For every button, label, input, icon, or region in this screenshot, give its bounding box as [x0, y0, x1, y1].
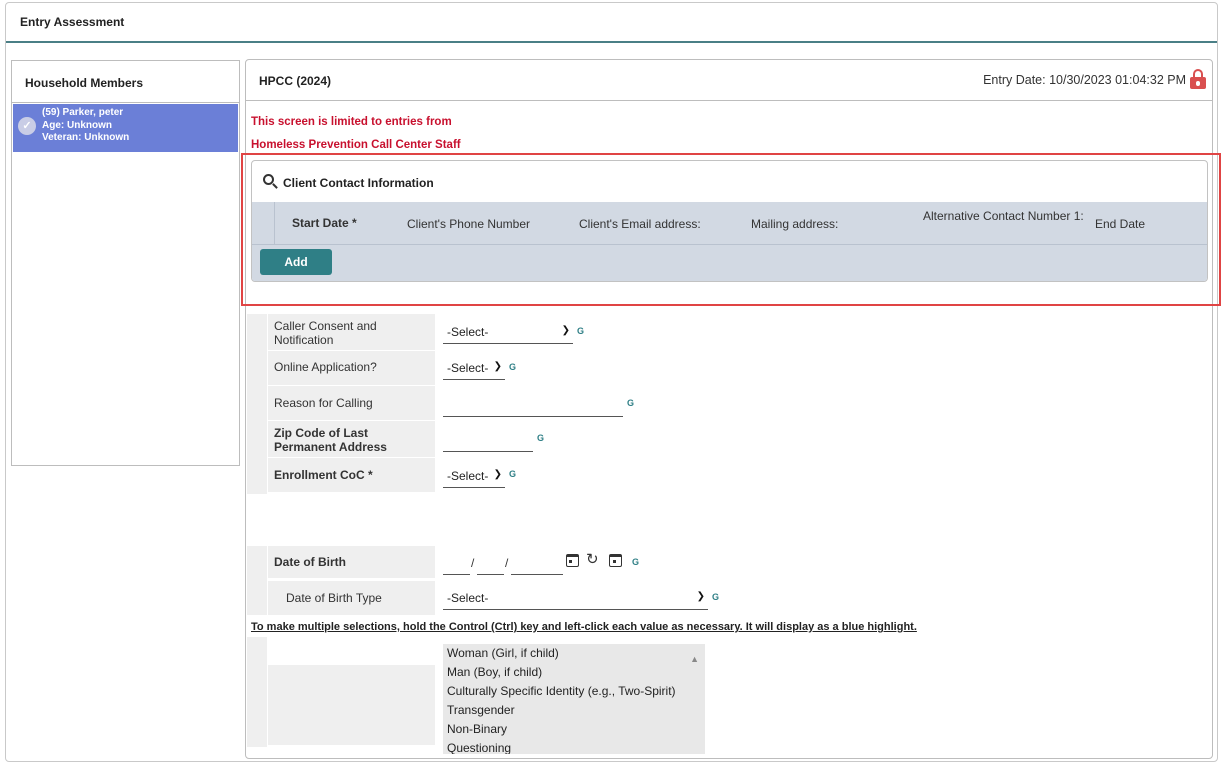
column-mailing-address[interactable]: Mailing address: [751, 217, 838, 231]
chevron-down-icon: ❯ [696, 591, 705, 602]
column-email[interactable]: Client's Email address: [579, 217, 701, 231]
list-item[interactable]: Non-Binary [447, 720, 705, 739]
online-application-value: -Select- [447, 361, 489, 375]
date-of-birth-type-select[interactable]: -Select- ❯ [443, 586, 708, 610]
list-item[interactable]: Culturally Specific Identity (e.g., Two-… [447, 682, 705, 701]
assessment-title: HPCC (2024) [259, 74, 332, 88]
caller-consent-value: -Select- [447, 325, 489, 339]
client-contact-header: Client Contact Information [252, 161, 1207, 202]
column-alt-contact[interactable]: Alternative Contact Number 1: [923, 209, 1088, 224]
add-button[interactable]: Add [260, 249, 332, 275]
row-strip [247, 546, 267, 615]
g-link[interactable]: G [577, 326, 584, 336]
search-icon[interactable] [263, 174, 279, 190]
zip-code-label: Zip Code of Last Permanent Address [268, 421, 435, 457]
g-link[interactable]: G [712, 592, 719, 602]
enrollment-coc-value: -Select- [447, 469, 489, 483]
caller-consent-label: Caller Consent and Notification [268, 314, 435, 350]
assessment-header: HPCC (2024) Entry Date: 10/30/2023 01:04… [246, 60, 1212, 101]
household-members-title: Household Members [12, 61, 239, 103]
calendar-today-icon[interactable] [609, 554, 622, 567]
warning-text-line1: This screen is limited to entries from [251, 116, 452, 128]
g-link[interactable]: G [627, 398, 634, 408]
calendar-icon[interactable] [566, 554, 579, 567]
client-contact-information-panel: Client Contact Information Start Date * … [251, 160, 1208, 282]
multi-select-instructions: To make multiple selections, hold the Co… [251, 621, 917, 633]
column-start-date[interactable]: Start Date * [292, 216, 357, 230]
g-link[interactable]: G [509, 469, 516, 479]
member-age: Age: Unknown [42, 119, 112, 131]
list-item[interactable]: Transgender [447, 701, 705, 720]
enrollment-coc-select[interactable]: -Select- ❯ [443, 464, 505, 488]
dob-month-input[interactable] [443, 551, 470, 575]
date-of-birth-type-value: -Select- [447, 591, 489, 605]
row-strip [247, 637, 267, 747]
online-application-label: Online Application? [268, 351, 435, 385]
row-strip [247, 314, 267, 494]
client-contact-title: Client Contact Information [283, 176, 434, 190]
dob-year-input[interactable] [511, 551, 563, 575]
g-link[interactable]: G [509, 362, 516, 372]
scroll-up-icon[interactable]: ▲ [690, 650, 699, 669]
chevron-down-icon: ❯ [493, 469, 502, 480]
enrollment-coc-label: Enrollment CoC * [268, 458, 435, 492]
entry-date: Entry Date: 10/30/2023 01:04:32 PM [983, 73, 1186, 87]
column-end-date[interactable]: End Date [1095, 217, 1145, 231]
date-of-birth-type-label: Date of Birth Type [268, 581, 435, 615]
g-link[interactable]: G [632, 557, 639, 567]
list-item[interactable]: Questioning [447, 739, 705, 754]
household-member-item[interactable]: ✓ (59) Parker, peter Age: Unknown Vetera… [13, 104, 238, 152]
lock-icon[interactable] [1190, 69, 1206, 89]
date-of-birth-label: Date of Birth [268, 546, 435, 578]
page-title: Entry Assessment [6, 3, 1217, 43]
list-item[interactable]: Woman (Girl, if child) [447, 644, 705, 663]
online-application-select[interactable]: -Select- ❯ [443, 356, 505, 380]
caller-consent-select[interactable]: -Select- ❯ [443, 320, 573, 344]
refresh-icon[interactable]: ↻ [586, 552, 599, 567]
reason-for-calling-input[interactable] [443, 391, 623, 417]
dob-day-input[interactable] [477, 551, 504, 575]
member-name: (59) Parker, peter [42, 107, 124, 118]
gender-listbox[interactable]: ▲ Woman (Girl, if child) Man (Boy, if ch… [443, 644, 705, 754]
reason-for-calling-label: Reason for Calling [268, 386, 435, 420]
zip-code-input[interactable] [443, 426, 533, 452]
column-phone[interactable]: Client's Phone Number [407, 217, 530, 231]
list-item[interactable]: Man (Boy, if child) [447, 663, 705, 682]
g-link[interactable]: G [537, 433, 544, 443]
member-veteran: Veteran: Unknown [42, 132, 130, 143]
gender-label-cell [268, 665, 435, 745]
table-header-row: Start Date * Client's Phone Number Clien… [252, 202, 1207, 245]
check-icon: ✓ [18, 117, 36, 135]
chevron-down-icon: ❯ [561, 325, 570, 336]
chevron-down-icon: ❯ [493, 361, 502, 372]
client-contact-table: Start Date * Client's Phone Number Clien… [252, 202, 1207, 281]
warning-text-line2: Homeless Prevention Call Center Staff [251, 139, 461, 151]
